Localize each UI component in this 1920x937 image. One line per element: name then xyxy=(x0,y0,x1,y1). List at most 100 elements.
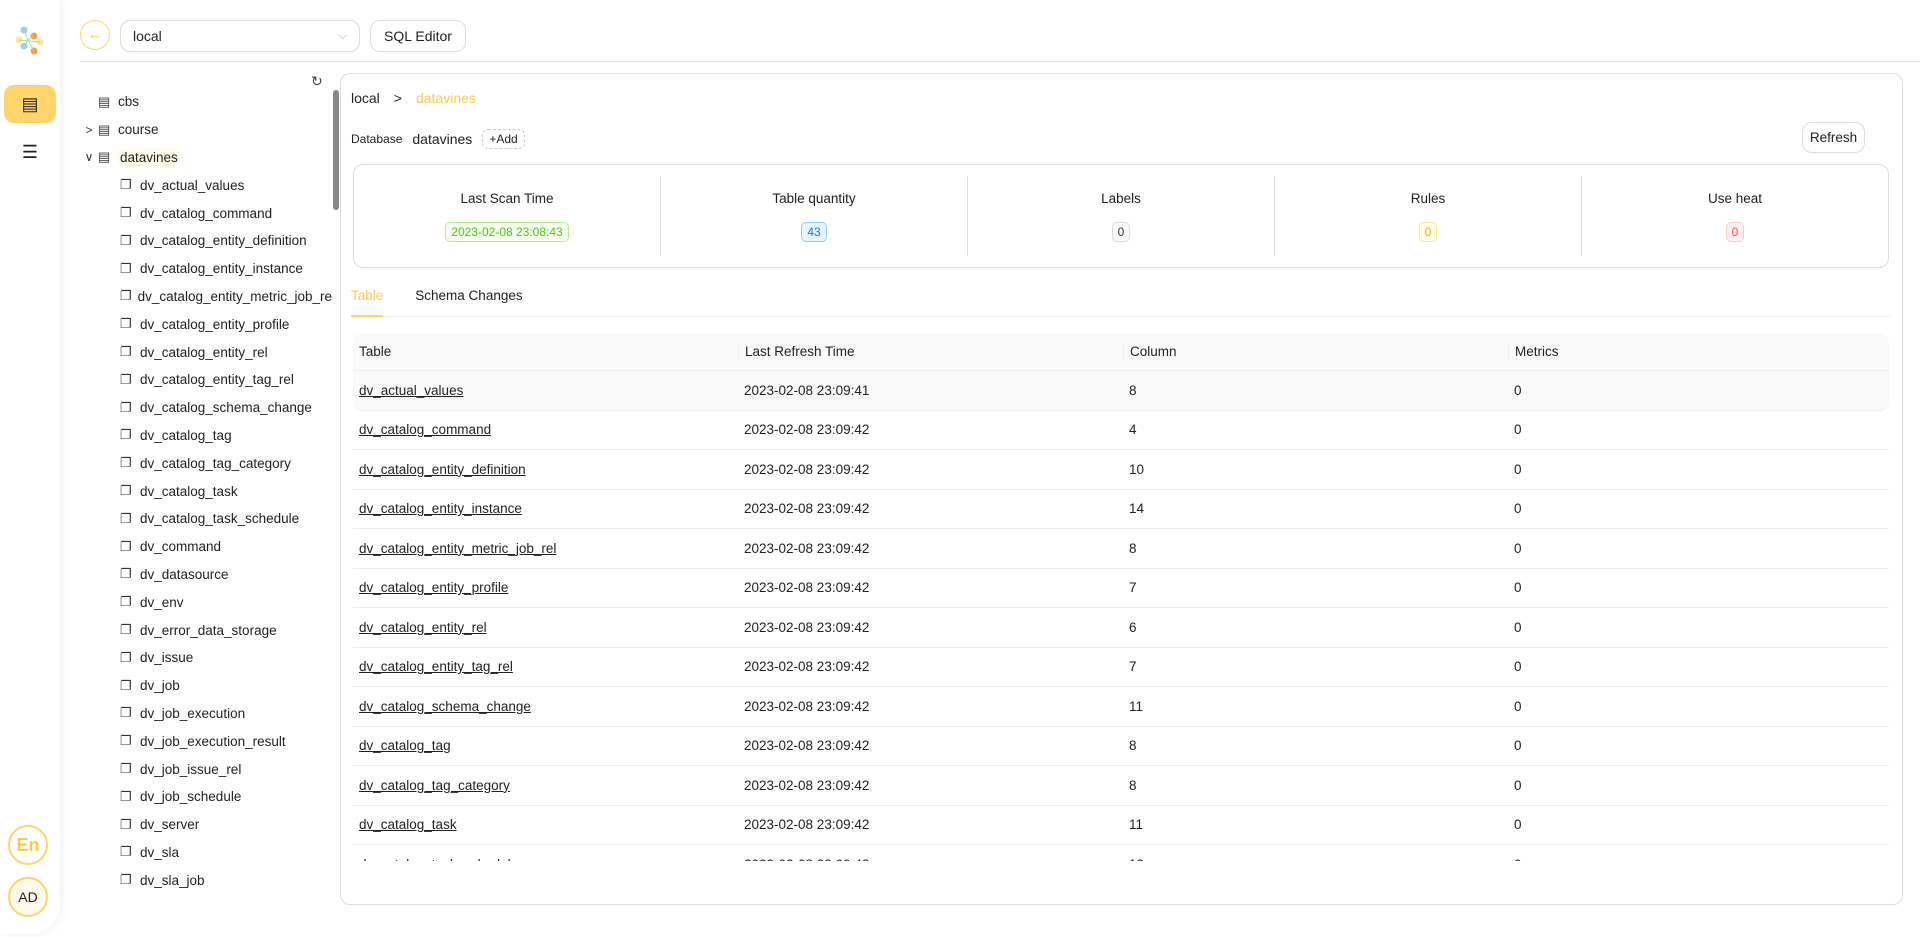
chevron-right-icon[interactable]: > xyxy=(80,123,98,137)
tree-node-label: dv_catalog_entity_rel xyxy=(140,344,268,360)
table-cell: 2023-02-08 23:09:42 xyxy=(744,659,870,675)
tree-node-db[interactable]: > ▤ course xyxy=(80,116,332,144)
tree-node-db[interactable]: ▤ cbs xyxy=(80,88,332,116)
tree-node-table[interactable]: ❐ dv_server xyxy=(80,811,332,839)
table-cell: 8 xyxy=(1129,382,1137,398)
tabs: Table Schema Changes xyxy=(351,286,1891,317)
database-detail-card: local > datavines Database datavines +Ad… xyxy=(340,73,1903,905)
table-file-icon: ❐ xyxy=(120,649,132,665)
tree-node-label: dv_issue xyxy=(140,650,194,666)
stat-value-badge: 0 xyxy=(1111,221,1131,242)
logo-icon xyxy=(15,26,44,55)
stat-title: Rules xyxy=(1410,190,1446,206)
tree-node-table[interactable]: ❐ dv_command xyxy=(80,533,332,561)
tree-node-table[interactable]: ❐ dv_env xyxy=(80,588,332,616)
table-cell: dv_catalog_task_schedule xyxy=(353,857,738,861)
nav-list[interactable]: ☰ xyxy=(4,133,56,171)
table-name-link[interactable]: dv_catalog_entity_instance xyxy=(359,501,522,516)
refresh-button[interactable]: Refresh xyxy=(1802,122,1865,153)
table-file-icon: ❐ xyxy=(120,733,132,749)
table-cell: 0 xyxy=(1514,738,1522,754)
table-cell: 0 xyxy=(1514,382,1522,398)
table-name-link[interactable]: dv_catalog_tag_category xyxy=(359,778,510,793)
table-row: dv_catalog_entity_instance 2023-02-08 23:… xyxy=(353,490,1889,529)
tree-node-table[interactable]: ❐ dv_catalog_command xyxy=(80,199,332,227)
table-name-link[interactable]: dv_catalog_schema_change xyxy=(359,699,531,714)
table-name-link[interactable]: dv_catalog_task xyxy=(359,817,457,832)
tree-node-table[interactable]: ❐ dv_issue xyxy=(80,644,332,672)
table-name-link[interactable]: dv_catalog_entity_definition xyxy=(359,462,526,477)
tree-node-label: dv_command xyxy=(140,539,222,555)
tree-node-table[interactable]: ❐ dv_job_schedule xyxy=(80,783,332,811)
table-name-link[interactable]: dv_catalog_entity_metric_job_rel xyxy=(359,541,556,556)
table-file-icon: ❐ xyxy=(120,761,132,777)
table-name-link[interactable]: dv_catalog_task_schedule xyxy=(359,857,518,861)
avatar[interactable]: AD xyxy=(8,877,48,917)
tree-node-table[interactable]: ❐ dv_sla xyxy=(80,839,332,867)
tree-node-label: dv_datasource xyxy=(140,566,229,582)
table-name-link[interactable]: dv_catalog_tag xyxy=(359,738,451,753)
tree-node-table[interactable]: ❐ dv_datasource xyxy=(80,561,332,589)
tree-node-db[interactable]: ∨ ▤ datavines xyxy=(80,144,332,172)
table-cell: 2023-02-08 23:09:42 xyxy=(744,422,870,438)
back-button[interactable]: ← xyxy=(80,20,110,50)
column-header: Metrics xyxy=(1508,344,1889,359)
stat-item: Use heat 0 xyxy=(1582,176,1888,256)
source-select[interactable]: local ⌵ xyxy=(120,20,360,52)
tree-node-table[interactable]: ❐ dv_catalog_task_schedule xyxy=(80,505,332,533)
tree-node-table[interactable]: ❐ dv_catalog_entity_profile xyxy=(80,310,332,338)
tree-node-table[interactable]: ❐ dv_catalog_tag_category xyxy=(80,449,332,477)
breadcrumb-local[interactable]: local xyxy=(351,90,380,106)
tree-node-table[interactable]: ❐ dv_catalog_entity_instance xyxy=(80,255,332,283)
tab-table[interactable]: Table xyxy=(351,286,384,317)
table-name-link[interactable]: dv_catalog_entity_tag_rel xyxy=(359,659,513,674)
table-file-icon: ❐ xyxy=(120,205,132,221)
add-tag-button[interactable]: +Add xyxy=(482,129,525,149)
tree-node-table[interactable]: ❐ dv_actual_values xyxy=(80,171,332,199)
tree-node-table[interactable]: ❐ dv_catalog_schema_change xyxy=(80,394,332,422)
table-cell: 0 xyxy=(1514,580,1522,596)
table-name-link[interactable]: dv_catalog_command xyxy=(359,422,491,437)
table-cell: 7 xyxy=(1129,659,1137,675)
table-cell: 10 xyxy=(1129,461,1145,477)
tree-scrollbar[interactable] xyxy=(333,90,339,210)
table-name-link[interactable]: dv_actual_values xyxy=(359,383,463,398)
tab-schema-changes[interactable]: Schema Changes xyxy=(415,286,522,317)
database-tree: ▤ cbs > ▤ course ∨ ▤ datavines ❐ dv_actual_values… xyxy=(80,88,332,903)
table-header: Table Last Refresh Time Column Metrics xyxy=(353,333,1889,371)
table-cell: 2023-02-08 23:09:42 xyxy=(744,580,870,596)
table-cell: 12 xyxy=(1123,857,1508,861)
table-cell: dv_actual_values xyxy=(353,383,738,398)
sql-editor-button[interactable]: SQL Editor xyxy=(370,20,466,52)
tree-node-table[interactable]: ❐ dv_catalog_entity_metric_job_rel xyxy=(80,283,332,311)
tree-node-table[interactable]: ❐ dv_job_execution xyxy=(80,700,332,728)
table-cell: 8 xyxy=(1129,540,1137,556)
tree-node-table[interactable]: ❐ dv_catalog_entity_tag_rel xyxy=(80,366,332,394)
tree-node-table[interactable]: ❐ dv_job_issue_rel xyxy=(80,755,332,783)
tree-node-table[interactable]: ❐ dv_error_data_storage xyxy=(80,616,332,644)
table-cell: 2023-02-08 23:09:42 xyxy=(744,501,870,517)
tree-node-label: dv_server xyxy=(140,817,200,833)
table-cell: 2023-02-08 23:09:42 xyxy=(738,857,1123,861)
tree-node-table[interactable]: ❐ dv_catalog_entity_definition xyxy=(80,227,332,255)
tree-node-table[interactable]: ❐ dv_catalog_task xyxy=(80,477,332,505)
stat-title: Table quantity xyxy=(772,190,856,206)
language-button[interactable]: En xyxy=(8,825,48,865)
tree-node-table[interactable]: ❐ dv_catalog_tag xyxy=(80,422,332,450)
tree-node-table[interactable]: ❐ dv_job xyxy=(80,672,332,700)
tree-node-table[interactable]: ❐ dv_sla_job xyxy=(80,866,332,894)
table-cell: 0 xyxy=(1514,461,1522,477)
database-icon: ▤ xyxy=(98,93,111,109)
table-name-link[interactable]: dv_catalog_entity_profile xyxy=(359,580,508,595)
table-name-link[interactable]: dv_catalog_entity_rel xyxy=(359,620,487,635)
chevron-down-icon[interactable]: ∨ xyxy=(80,150,98,164)
breadcrumb: local > datavines xyxy=(351,90,476,106)
nav-database[interactable]: ▤ xyxy=(4,85,56,123)
tree-node-table[interactable]: ❐ dv_catalog_entity_rel xyxy=(80,338,332,366)
tree-node-table[interactable]: ❐ dv_job_execution_result xyxy=(80,727,332,755)
stat-value-badge: 0 xyxy=(1725,221,1745,242)
table-cell: 4 xyxy=(1129,422,1137,438)
stat-item: Last Scan Time 2023-02-08 23:08:43 xyxy=(354,176,661,256)
tree-node-label: dv_env xyxy=(140,594,184,610)
source-select-value: local xyxy=(133,28,162,44)
